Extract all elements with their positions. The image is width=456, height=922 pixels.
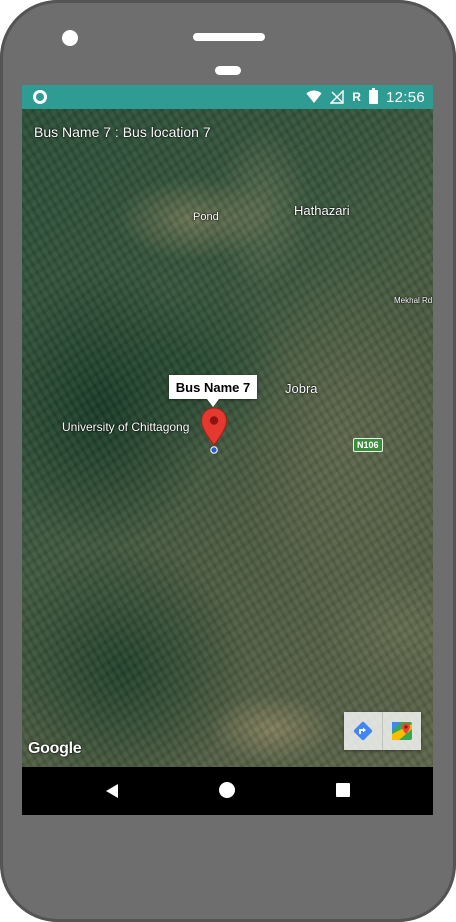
wifi-icon (306, 90, 322, 103)
earpiece-speaker (193, 33, 265, 41)
proximity-sensor (215, 66, 241, 75)
home-icon[interactable] (219, 782, 235, 798)
front-camera (62, 30, 78, 46)
road-label-mekhal: Mekhal Rd (394, 296, 433, 305)
roaming-indicator: R (352, 90, 361, 104)
map-toolbar (344, 712, 421, 750)
map-view[interactable]: Bus Name 7 : Bus location 7 Pond Hathaza… (22, 109, 433, 767)
recents-icon[interactable] (336, 783, 350, 797)
app-notification-icon (33, 90, 47, 104)
place-label-pond: Pond (193, 211, 219, 223)
cellular-signal-icon (330, 90, 344, 104)
navigation-bar (22, 767, 433, 815)
status-icons: R 12:56 (306, 88, 425, 106)
phone-frame: R 12:56 Bus Name 7 : Bus location 7 Pond… (0, 0, 456, 922)
screen: R 12:56 Bus Name 7 : Bus location 7 Pond… (22, 85, 433, 815)
status-clock: 12:56 (385, 88, 425, 106)
battery-charging-icon (368, 88, 378, 104)
google-maps-icon (392, 722, 412, 740)
directions-button[interactable] (344, 712, 382, 750)
place-label-university: University of Chittagong (62, 420, 190, 434)
bus-location-title: Bus Name 7 : Bus location 7 (34, 124, 211, 140)
directions-icon (353, 721, 373, 741)
google-logo: Google (28, 740, 82, 757)
place-label-hathazari: Hathazari (294, 203, 350, 218)
status-bar: R 12:56 (22, 85, 433, 109)
back-icon[interactable] (104, 783, 120, 799)
highway-shield: N106 (353, 438, 383, 452)
marker-title: Bus Name 7 (175, 379, 251, 395)
marker-info-window[interactable]: Bus Name 7 (169, 375, 257, 407)
place-label-jobra: Jobra (285, 381, 318, 396)
map-marker-pin[interactable] (200, 407, 228, 455)
open-in-maps-button[interactable] (382, 712, 421, 750)
